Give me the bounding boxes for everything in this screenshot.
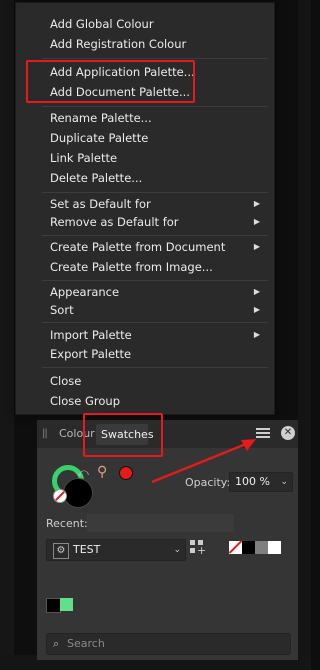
swatch-white[interactable] — [268, 541, 281, 554]
gear-icon: ⚙ — [53, 543, 69, 559]
menu-item-delete-palette[interactable]: Delete Palette... — [16, 169, 274, 187]
menu-item-label: Close — [50, 374, 82, 388]
highlight-box-swatches-tab — [83, 413, 163, 457]
panel-grip-icon[interactable]: || — [42, 428, 48, 439]
submenu-arrow-icon: ▶ — [253, 242, 260, 251]
menu-item-export-palette[interactable]: Export Palette — [16, 345, 274, 363]
menu-item-label: Delete Palette... — [50, 171, 143, 185]
menu-separator — [42, 106, 268, 107]
panel-menu-icon[interactable] — [256, 426, 270, 440]
highlight-box-add-palette — [26, 60, 195, 103]
document-swatch-black[interactable] — [46, 598, 61, 613]
chevron-down-icon: ⌄ — [280, 477, 288, 487]
search-icon: ⌕ — [53, 637, 60, 650]
menu-item-sort[interactable]: Sort ▶ — [16, 301, 274, 319]
menu-item-label: Appearance — [50, 285, 120, 299]
menu-separator — [42, 322, 268, 323]
menu-item-label: Rename Palette... — [50, 111, 152, 125]
menu-item-label: Export Palette — [50, 347, 132, 361]
menu-item-label: Create Palette from Image... — [50, 260, 213, 274]
recent-label: Recent: — [46, 517, 88, 530]
menu-separator — [42, 235, 268, 236]
none-colour-icon[interactable] — [53, 489, 67, 503]
menu-item-label: Remove as Default for — [50, 215, 179, 229]
swap-colours-icon[interactable]: ⤺ — [77, 466, 89, 480]
menu-item-label: Create Palette from Document — [50, 240, 226, 254]
menu-item-rename-palette[interactable]: Rename Palette... — [16, 109, 274, 127]
menu-item-duplicate-palette[interactable]: Duplicate Palette — [16, 129, 274, 147]
menu-item-create-palette-from-image[interactable]: Create Palette from Image... — [16, 258, 274, 276]
submenu-arrow-icon: ▶ — [253, 305, 260, 314]
menu-item-appearance[interactable]: Appearance ▶ — [16, 283, 274, 301]
menu-item-label: Close Group — [50, 394, 120, 408]
submenu-arrow-icon: ▶ — [253, 330, 260, 339]
menu-item-close-group[interactable]: Close Group — [16, 392, 274, 410]
panel-close-icon[interactable]: ✕ — [281, 426, 295, 440]
submenu-arrow-icon: ▶ — [253, 217, 260, 226]
opacity-field[interactable]: 100 % ⌄ — [229, 472, 293, 492]
submenu-arrow-icon: ▶ — [253, 199, 260, 208]
palette-selector[interactable]: ⚙ TEST ⌄ — [46, 539, 186, 561]
menu-item-create-palette-from-document[interactable]: Create Palette from Document ▶ — [16, 238, 274, 256]
menu-item-set-as-default[interactable]: Set as Default for ▶ — [16, 195, 274, 213]
menu-item-label: Duplicate Palette — [50, 131, 149, 145]
palette-name: TEST — [73, 543, 101, 556]
picked-colour-swatch[interactable] — [119, 466, 133, 480]
menu-item-link-palette[interactable]: Link Palette — [16, 149, 274, 167]
chevron-down-icon: ⌄ — [173, 545, 181, 555]
search-placeholder: Search — [67, 637, 105, 650]
search-field[interactable]: ⌕ Search — [46, 633, 291, 655]
background-right — [298, 0, 311, 670]
fill-colour-well[interactable] — [63, 478, 93, 508]
menu-item-add-global-colour[interactable]: Add Global Colour — [16, 15, 274, 33]
menu-separator — [42, 192, 268, 193]
opacity-value: 100 % — [235, 475, 270, 488]
menu-item-label: Sort — [50, 303, 74, 317]
menu-item-add-registration-colour[interactable]: Add Registration Colour — [16, 35, 274, 53]
recent-swatches-strip[interactable] — [87, 514, 234, 532]
menu-item-label: Set as Default for — [50, 197, 151, 211]
menu-item-close[interactable]: Close — [16, 372, 274, 390]
document-swatch-green[interactable] — [60, 598, 73, 611]
menu-item-label: Link Palette — [50, 151, 118, 165]
add-swatch-icon[interactable]: + — [190, 540, 206, 557]
background-left — [0, 0, 14, 670]
colour-picker-icon[interactable]: ⚲ — [97, 464, 107, 480]
swatches-panel: || Colour Swatches ✕ ⤺ ⚲ Opacity: 100 % … — [37, 420, 298, 660]
menu-separator — [42, 280, 268, 281]
opacity-label: Opacity: — [185, 476, 231, 489]
menu-item-import-palette[interactable]: Import Palette ▶ — [16, 326, 274, 344]
menu-item-label: Import Palette — [50, 328, 132, 342]
swatch-grey[interactable] — [255, 541, 268, 554]
menu-separator — [42, 367, 268, 368]
menu-separator — [42, 58, 268, 59]
menu-item-remove-as-default[interactable]: Remove as Default for ▶ — [16, 213, 274, 231]
menu-item-label: Add Registration Colour — [50, 37, 187, 51]
swatch-none[interactable] — [229, 541, 242, 554]
menu-item-label: Add Global Colour — [50, 17, 154, 31]
swatch-black[interactable] — [242, 541, 255, 554]
submenu-arrow-icon: ▶ — [253, 287, 260, 296]
panel-tab-bar: || Colour Swatches ✕ — [37, 420, 298, 448]
